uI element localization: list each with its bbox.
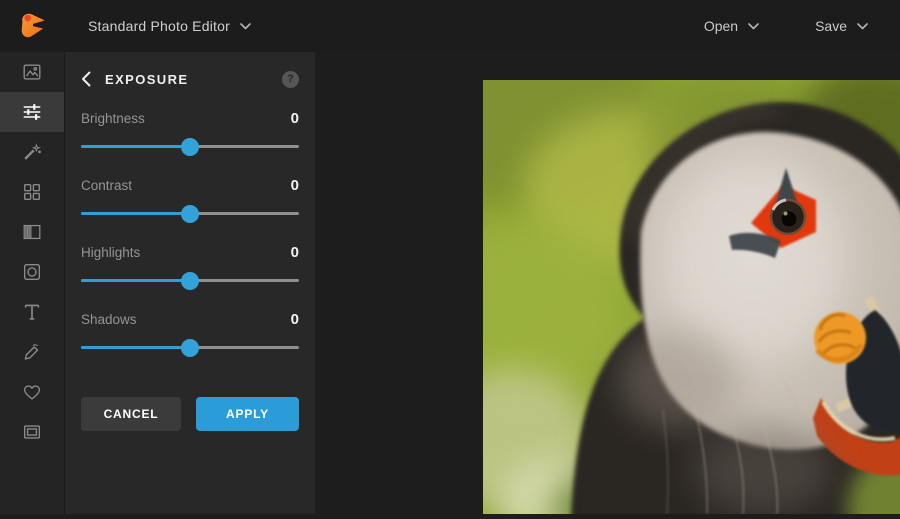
app-logo-icon[interactable] xyxy=(18,10,49,42)
save-label: Save xyxy=(815,18,847,34)
shadows-value: 0 xyxy=(290,311,299,328)
text-icon xyxy=(21,301,43,323)
brightness-slider[interactable] xyxy=(81,138,299,156)
slider-track-fill xyxy=(81,346,190,349)
highlights-slider[interactable] xyxy=(81,272,299,290)
slider-thumb[interactable] xyxy=(181,272,199,290)
highlights-value: 0 xyxy=(290,244,299,261)
puffin-photo[interactable] xyxy=(423,30,900,519)
save-menu-button[interactable]: Save xyxy=(815,17,868,35)
sidebar-item-draw[interactable] xyxy=(0,332,64,372)
sidebar-item-textures[interactable] xyxy=(0,212,64,252)
circle-frame-icon xyxy=(21,261,43,283)
image-icon xyxy=(21,61,43,83)
panel-title: EXPOSURE xyxy=(105,71,189,87)
sidebar-item-photos[interactable] xyxy=(0,52,64,92)
sidebar-item-collage[interactable] xyxy=(0,172,64,212)
contrast-value: 0 xyxy=(290,177,299,194)
sidebar-item-favorites[interactable] xyxy=(0,372,64,412)
help-icon[interactable]: ? xyxy=(282,70,299,88)
slider-thumb[interactable] xyxy=(181,205,199,223)
sidebar-item-text[interactable] xyxy=(0,292,64,332)
brightness-slider-group: Brightness 0 xyxy=(81,110,299,156)
cancel-button[interactable]: CANCEL xyxy=(81,397,182,431)
topbar-actions: Open Save xyxy=(704,17,900,35)
sidebar-item-frames[interactable] xyxy=(0,412,64,452)
panel-actions: CANCEL APPLY xyxy=(81,397,299,431)
frame-icon xyxy=(21,421,43,443)
exposure-panel: EXPOSURE ? Brightness 0 Contrast 0 Highl… xyxy=(64,52,315,514)
document-title-menu[interactable]: Standard Photo Editor xyxy=(88,17,251,35)
apply-button[interactable]: APPLY xyxy=(196,397,299,431)
back-button[interactable] xyxy=(81,71,95,87)
sidebar-item-adjust[interactable] xyxy=(0,92,64,132)
editor-canvas[interactable] xyxy=(315,30,900,519)
highlights-label: Highlights xyxy=(81,245,141,260)
brightness-label: Brightness xyxy=(81,111,145,126)
stripes-frame-icon xyxy=(21,221,43,243)
slider-track-fill xyxy=(81,279,190,282)
contrast-slider-group: Contrast 0 xyxy=(81,177,299,223)
grid-icon xyxy=(21,181,43,203)
help-glyph: ? xyxy=(287,73,294,85)
panel-header: EXPOSURE ? xyxy=(81,69,299,89)
slider-track-fill xyxy=(81,212,190,215)
brightness-value: 0 xyxy=(290,110,299,127)
chevron-down-icon xyxy=(240,17,251,35)
chevron-down-icon xyxy=(857,17,868,35)
document-title: Standard Photo Editor xyxy=(88,18,230,34)
contrast-slider[interactable] xyxy=(81,205,299,223)
slider-thumb[interactable] xyxy=(181,138,199,156)
shadows-label: Shadows xyxy=(81,312,137,327)
magic-wand-icon xyxy=(21,141,43,163)
slider-track-fill xyxy=(81,145,190,148)
open-label: Open xyxy=(703,18,739,34)
chevron-down-icon xyxy=(748,17,759,35)
open-menu-button[interactable]: Open xyxy=(704,17,759,35)
shadows-slider[interactable] xyxy=(81,339,299,357)
sidebar-item-focus[interactable] xyxy=(0,252,64,292)
top-bar: Standard Photo Editor Open Save xyxy=(0,0,900,52)
sidebar-item-effects[interactable] xyxy=(0,132,64,172)
heart-icon xyxy=(21,381,43,403)
sliders-icon xyxy=(21,101,43,123)
pen-icon xyxy=(21,341,43,363)
highlights-slider-group: Highlights 0 xyxy=(81,244,299,290)
contrast-label: Contrast xyxy=(81,178,133,193)
tool-sidebar xyxy=(0,52,64,514)
shadows-slider-group: Shadows 0 xyxy=(81,311,299,357)
slider-thumb[interactable] xyxy=(181,339,199,357)
